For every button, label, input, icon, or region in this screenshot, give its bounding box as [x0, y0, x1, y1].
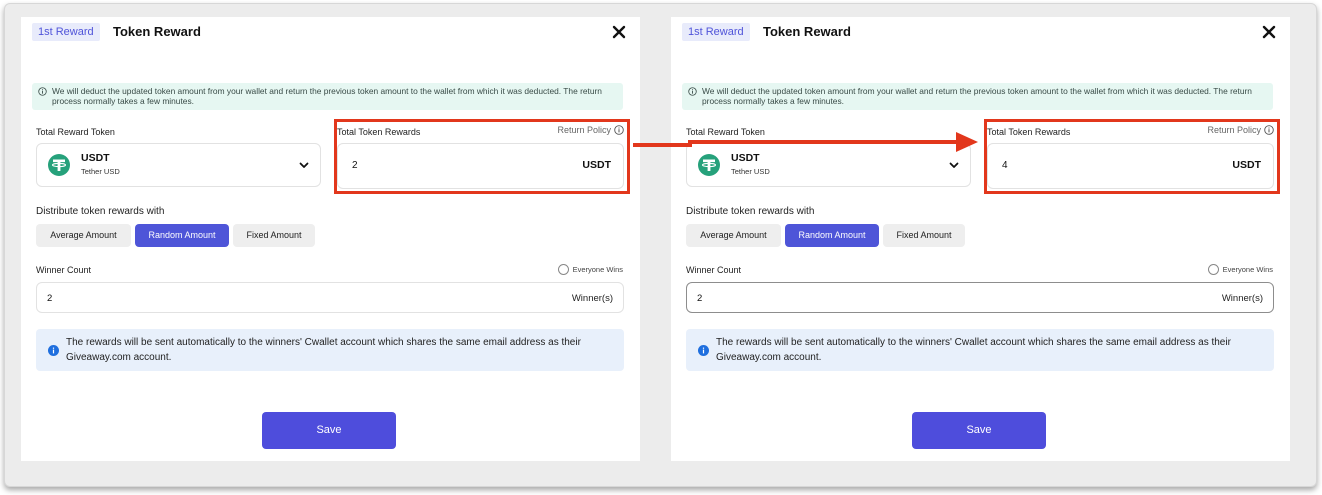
total-reward-token-label: Total Reward Token [36, 127, 115, 137]
notice-text: We will deduct the updated token amount … [52, 86, 602, 106]
return-policy-label: Return Policy [557, 125, 611, 135]
winner-unit: Winner(s) [1221, 293, 1263, 304]
token-reward-dialog-after: 1st Reward Token Reward We will deduct t… [671, 17, 1290, 461]
reward-index-badge: 1st Reward [32, 23, 100, 41]
save-button[interactable]: Save [262, 412, 396, 449]
dialog-title: Token Reward [113, 24, 201, 39]
dialog-title: Token Reward [763, 24, 851, 39]
token-name: Tether USD [731, 167, 770, 176]
fixed-amount-button[interactable]: Fixed Amount [233, 224, 315, 247]
winner-count-label: Winner Count [686, 265, 742, 275]
close-icon[interactable] [610, 22, 628, 42]
return-policy-link[interactable]: Return Policy [557, 125, 624, 135]
everyone-wins-label: Everyone Wins [572, 265, 623, 274]
amount-unit: USDT [1232, 159, 1261, 171]
chevron-down-icon [299, 162, 309, 168]
notice-text: We will deduct the updated token amount … [702, 86, 1252, 106]
save-button[interactable]: Save [912, 412, 1046, 449]
token-symbol: USDT [81, 152, 110, 164]
total-token-rewards-label: Total Token Rewards [337, 127, 421, 137]
winner-value: 2 [697, 293, 703, 304]
radio-unchecked-icon[interactable] [557, 264, 569, 275]
amount-value: 4 [1002, 160, 1008, 171]
cwallet-info-box: The rewards will be sent automatically t… [36, 329, 624, 371]
deduction-notice: We will deduct the updated token amount … [32, 83, 623, 110]
token-select-dropdown[interactable]: USDT Tether USD [686, 143, 971, 187]
everyone-wins-label: Everyone Wins [1222, 265, 1273, 274]
winner-unit: Winner(s) [571, 293, 613, 304]
token-symbol: USDT [731, 152, 760, 164]
fixed-amount-button[interactable]: Fixed Amount [883, 224, 965, 247]
tether-logo-icon [48, 154, 70, 176]
winner-value: 2 [47, 293, 53, 304]
random-amount-button[interactable]: Random Amount [785, 224, 879, 247]
return-policy-link[interactable]: Return Policy [1207, 125, 1274, 135]
return-policy-label: Return Policy [1207, 125, 1261, 135]
tether-logo-icon [698, 154, 720, 176]
total-token-rewards-input[interactable]: 2 USDT [337, 143, 624, 189]
radio-unchecked-icon[interactable] [1207, 264, 1219, 275]
deduction-notice: We will deduct the updated token amount … [682, 83, 1273, 110]
reward-index-badge: 1st Reward [682, 23, 750, 41]
info-outline-icon [614, 125, 624, 135]
everyone-wins-toggle[interactable]: Everyone Wins [557, 264, 623, 275]
distribute-label: Distribute token rewards with [36, 206, 165, 217]
random-amount-button[interactable]: Random Amount [135, 224, 229, 247]
info-outline-icon [1264, 125, 1274, 135]
distribute-label: Distribute token rewards with [686, 206, 815, 217]
chevron-down-icon [949, 162, 959, 168]
total-token-rewards-label: Total Token Rewards [987, 127, 1071, 137]
info-outline-icon [38, 87, 47, 96]
amount-value: 2 [352, 160, 358, 171]
cwallet-info-text: The rewards will be sent automatically t… [716, 337, 1231, 363]
average-amount-button[interactable]: Average Amount [686, 224, 781, 247]
token-select-dropdown[interactable]: USDT Tether USD [36, 143, 321, 187]
cwallet-info-text: The rewards will be sent automatically t… [66, 337, 581, 363]
info-outline-icon [688, 87, 697, 96]
average-amount-button[interactable]: Average Amount [36, 224, 131, 247]
cwallet-info-box: The rewards will be sent automatically t… [686, 329, 1274, 371]
token-reward-dialog-before: 1st Reward Token Reward We will deduct t… [21, 17, 640, 461]
info-filled-icon [48, 345, 59, 356]
total-token-rewards-input[interactable]: 4 USDT [987, 143, 1274, 189]
token-name: Tether USD [81, 167, 120, 176]
total-reward-token-label: Total Reward Token [686, 127, 765, 137]
winner-count-label: Winner Count [36, 265, 92, 275]
close-icon[interactable] [1260, 22, 1278, 42]
winner-count-input[interactable]: 2 Winner(s) [36, 282, 624, 313]
amount-unit: USDT [582, 159, 611, 171]
winner-count-input[interactable]: 2 Winner(s) [686, 282, 1274, 313]
everyone-wins-toggle[interactable]: Everyone Wins [1207, 264, 1273, 275]
info-filled-icon [698, 345, 709, 356]
